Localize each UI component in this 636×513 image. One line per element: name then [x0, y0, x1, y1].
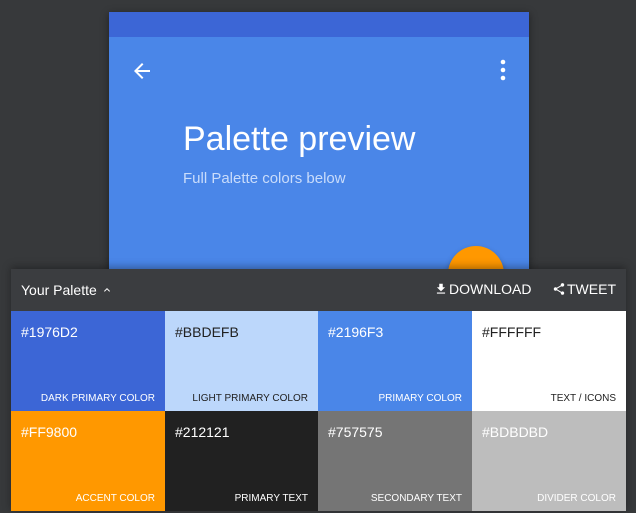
swatch-dark-primary[interactable]: #1976D2 Dark Primary Color — [11, 311, 165, 411]
swatch-hex: #BDBDBD — [482, 424, 549, 440]
swatch-divider[interactable]: #BDBDBD Divider Color — [472, 411, 626, 511]
palette-panel-header: Your Palette DOWNLOAD TWEET — [11, 269, 626, 311]
status-bar — [109, 12, 529, 37]
swatch-accent[interactable]: #FF9800 Accent Color — [11, 411, 165, 511]
swatch-light-primary[interactable]: #BBDEFB Light Primary Color — [165, 311, 318, 411]
swatch-label: Dark Primary Color — [40, 393, 155, 404]
swatch-hex: #757575 — [328, 424, 383, 440]
share-icon — [553, 283, 565, 295]
chevron-up-icon — [103, 288, 110, 292]
swatch-secondary-text[interactable]: #757575 Secondary Text — [318, 411, 472, 511]
arrow-back-icon[interactable] — [130, 59, 154, 83]
preview-subtitle: Full Palette colors below — [183, 170, 346, 187]
swatch-label: Accent Color — [75, 493, 155, 504]
your-palette-label: Your Palette — [21, 282, 97, 298]
swatch-hex: #1976D2 — [21, 324, 78, 340]
palette-panel: Your Palette DOWNLOAD TWEET #1976D2 Dark… — [11, 269, 626, 511]
swatch-text-icons[interactable]: #FFFFFF Text / Icons — [472, 311, 626, 411]
swatch-hex: #FF9800 — [21, 424, 78, 440]
your-palette-toggle[interactable]: Your Palette — [21, 282, 113, 298]
swatch-hex: #212121 — [175, 424, 230, 440]
swatch-primary-text[interactable]: #212121 Primary Text — [165, 411, 318, 511]
swatch-label: Primary Color — [378, 393, 462, 404]
download-button[interactable]: DOWNLOAD — [434, 281, 531, 297]
swatch-hex: #FFFFFF — [482, 324, 542, 340]
palette-preview-phone: Palette preview Full Palette colors belo… — [109, 12, 529, 312]
swatch-hex: #BBDEFB — [175, 324, 239, 340]
tweet-label: TWEET — [567, 281, 616, 297]
more-vertical-icon[interactable] — [495, 58, 511, 82]
swatch-label: Primary Text — [234, 493, 308, 504]
swatch-label: Light Primary Color — [192, 393, 308, 404]
swatch-label: Text / Icons — [550, 393, 616, 404]
tweet-button[interactable]: TWEET — [552, 281, 616, 297]
swatch-grid: #1976D2 Dark Primary Color #BBDEFB Light… — [11, 311, 626, 511]
download-icon — [436, 283, 446, 294]
preview-title: Palette preview — [183, 120, 416, 158]
swatch-label: Divider Color — [537, 493, 616, 504]
swatch-primary[interactable]: #2196F3 Primary Color — [318, 311, 472, 411]
download-label: DOWNLOAD — [449, 281, 532, 297]
swatch-hex: #2196F3 — [328, 324, 384, 340]
swatch-label: Secondary Text — [370, 493, 462, 504]
